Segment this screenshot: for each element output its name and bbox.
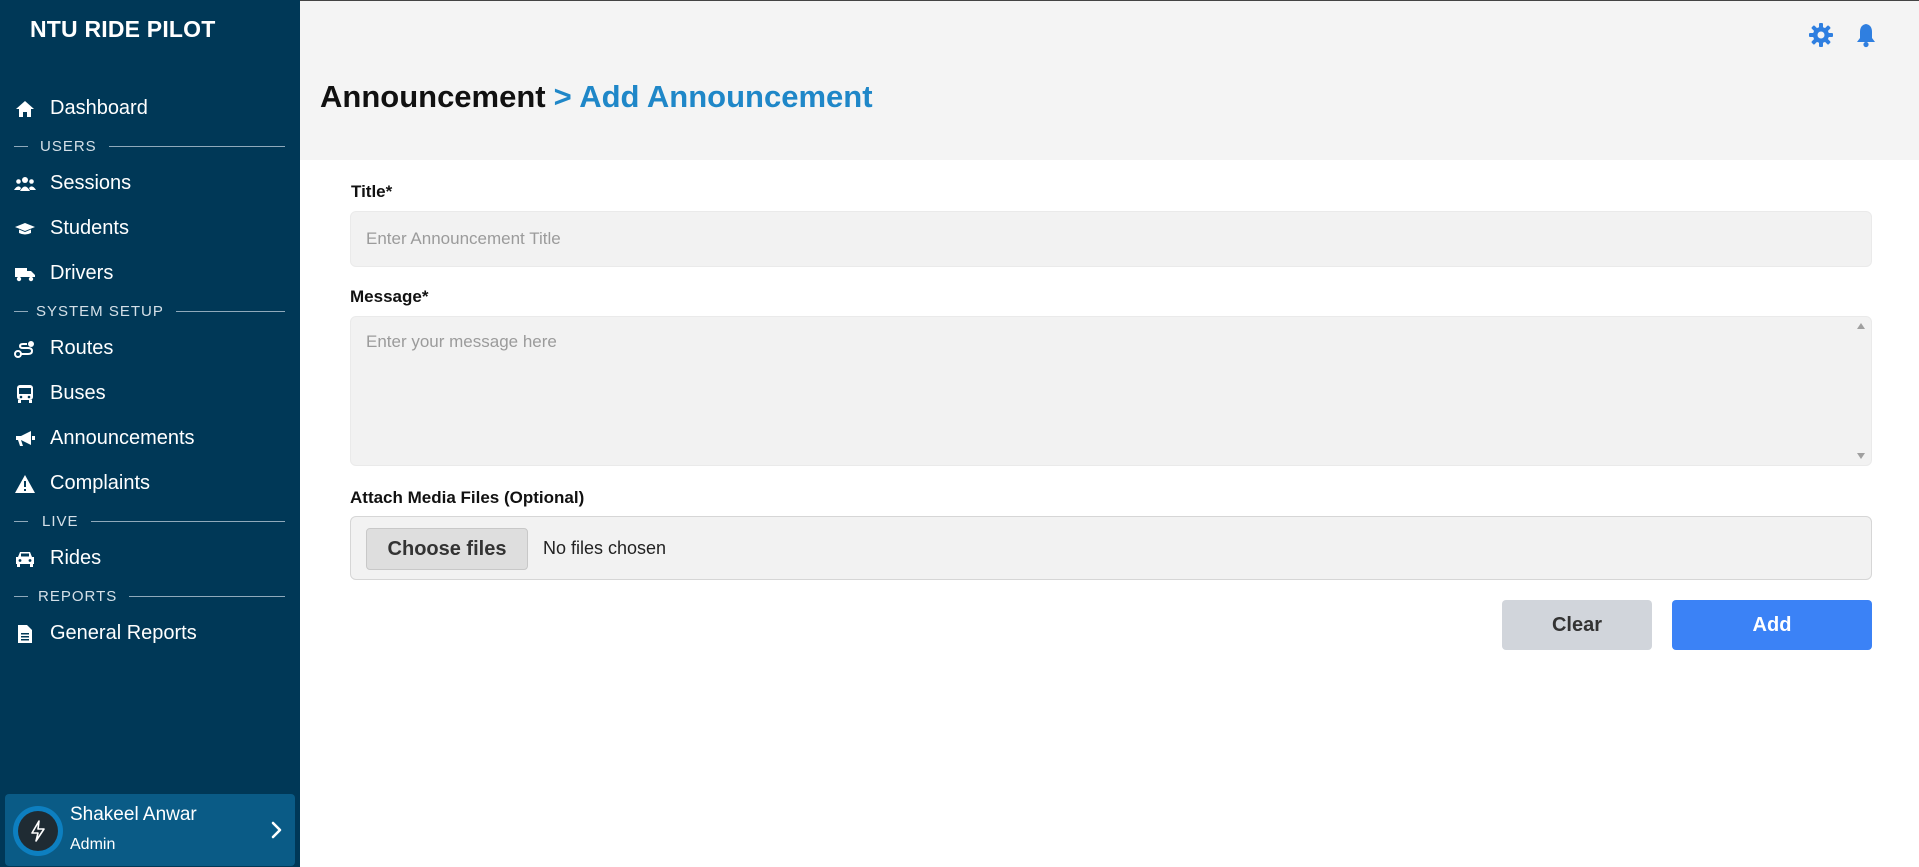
sidebar-item-label: Routes [50, 337, 114, 359]
document-icon [14, 623, 36, 645]
truck-icon [14, 263, 36, 285]
sidebar-item-dashboard[interactable]: Dashboard [0, 86, 300, 131]
sidebar-item-students[interactable]: Students [0, 206, 300, 251]
sidebar-item-general-reports[interactable]: General Reports [0, 611, 300, 656]
divider [90, 520, 285, 522]
sidebar-item-label: Sessions [50, 172, 132, 194]
section-reports: REPORTS [0, 581, 300, 611]
add-button[interactable]: Add [1672, 600, 1872, 650]
sidebar-item-drivers[interactable]: Drivers [0, 251, 300, 296]
sidebar-item-label: Drivers [50, 262, 114, 284]
section-users: USERS [0, 131, 300, 161]
divider [14, 595, 28, 597]
home-icon [14, 98, 36, 120]
sidebar-item-announcements[interactable]: Announcements [0, 416, 300, 461]
sidebar-item-label: General Reports [50, 622, 197, 644]
divider [14, 310, 28, 312]
bolt-icon [18, 811, 58, 851]
scroll-down-arrow-icon[interactable] [1856, 451, 1866, 461]
car-icon [14, 548, 36, 570]
media-label: Attach Media Files (Optional) [350, 488, 585, 507]
user-profile-card[interactable]: Shakeel Anwar Admin [5, 794, 295, 866]
file-upload-field: Choose files No files chosen [350, 516, 1872, 580]
divider [108, 145, 285, 147]
sidebar-item-routes[interactable]: Routes [0, 326, 300, 371]
message-label: Message* [350, 287, 429, 306]
section-live: LIVE [0, 506, 300, 536]
section-label: SYSTEM SETUP [36, 302, 164, 320]
file-status-text: No files chosen [543, 538, 667, 558]
divider [14, 145, 28, 147]
section-label: LIVE [42, 512, 79, 530]
breadcrumb-parent[interactable]: Announcement [320, 79, 546, 114]
megaphone-icon [14, 428, 36, 450]
sidebar-item-label: Rides [50, 547, 102, 569]
title-label: Title* [351, 182, 393, 201]
title-input[interactable] [350, 211, 1872, 267]
user-name: Shakeel Anwar [70, 804, 197, 825]
scroll-up-arrow-icon[interactable] [1856, 321, 1866, 331]
sidebar-item-label: Complaints [50, 472, 151, 494]
graduation-cap-icon [14, 218, 36, 240]
sidebar-item-sessions[interactable]: Sessions [0, 161, 300, 206]
users-icon [14, 173, 36, 195]
chevron-right-icon[interactable] [267, 818, 287, 842]
page-header: Announcement > Add Announcement [300, 0, 1919, 160]
warning-icon [14, 473, 36, 495]
clear-button[interactable]: Clear [1502, 600, 1652, 650]
breadcrumb-current: > Add Announcement [553, 79, 873, 114]
route-icon [14, 338, 36, 360]
sidebar: NTU RIDE PILOT Dashboard USERS Sessions … [0, 0, 300, 867]
message-textarea[interactable] [350, 316, 1872, 466]
bell-icon[interactable] [1852, 21, 1880, 49]
sidebar-item-label: Announcements [50, 427, 195, 449]
sidebar-item-complaints[interactable]: Complaints [0, 461, 300, 506]
sidebar-nav: Dashboard USERS Sessions Students Driver… [0, 86, 300, 656]
sidebar-item-label: Students [50, 217, 129, 239]
divider [175, 310, 285, 312]
app-brand: NTU RIDE PILOT [30, 16, 216, 42]
sidebar-item-rides[interactable]: Rides [0, 536, 300, 581]
sidebar-item-label: Dashboard [50, 97, 148, 119]
divider [129, 595, 285, 597]
section-label: REPORTS [38, 587, 118, 605]
user-role: Admin [70, 836, 116, 853]
choose-files-button[interactable]: Choose files [366, 528, 528, 570]
section-label: USERS [40, 137, 97, 155]
message-field-wrapper [350, 316, 1872, 466]
avatar [13, 806, 63, 856]
bus-icon [14, 383, 36, 405]
section-system-setup: SYSTEM SETUP [0, 296, 300, 326]
divider [14, 520, 28, 522]
breadcrumb: Announcement > Add Announcement [320, 79, 873, 115]
gear-icon[interactable] [1807, 21, 1835, 49]
sidebar-item-label: Buses [50, 382, 106, 404]
sidebar-item-buses[interactable]: Buses [0, 371, 300, 416]
